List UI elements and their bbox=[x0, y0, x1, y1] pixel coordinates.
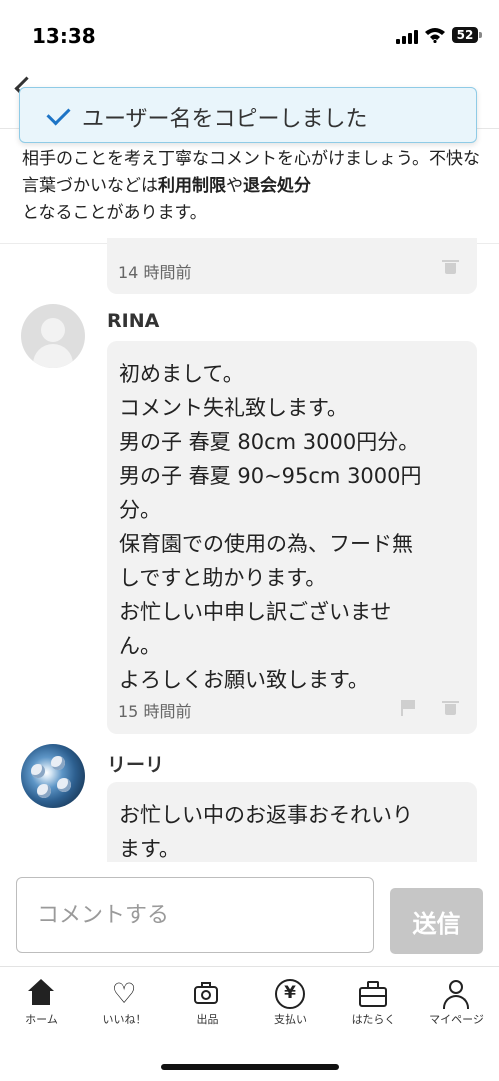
home-icon bbox=[26, 979, 56, 1009]
copy-toast: ユーザー名をコピーしました bbox=[19, 87, 477, 143]
tab-label: ホーム bbox=[25, 1013, 58, 1026]
comment-username[interactable]: RINA bbox=[107, 310, 159, 332]
avatar[interactable] bbox=[21, 744, 85, 808]
comment-time: 15 時間前 bbox=[118, 702, 192, 721]
send-button[interactable]: 送信 bbox=[390, 888, 483, 954]
notice-bold-usage-limit: 利用制限 bbox=[158, 176, 226, 196]
avatar[interactable] bbox=[21, 304, 85, 368]
comment-bubble: 14 時間前 bbox=[107, 238, 477, 294]
tab-mypage[interactable]: マイページ bbox=[415, 967, 498, 1037]
status-time: 13:38 bbox=[32, 24, 96, 48]
comment-line: 男の子 春夏 80cm 3000円分。 bbox=[119, 430, 420, 454]
home-indicator bbox=[161, 1064, 339, 1070]
tab-sell[interactable]: 出品 bbox=[166, 967, 249, 1037]
tab-label: 出品 bbox=[196, 1013, 219, 1026]
tab-label: いいね！ bbox=[102, 1013, 147, 1026]
trash-icon[interactable] bbox=[442, 701, 459, 715]
comment-time: 14 時間前 bbox=[118, 263, 192, 282]
heart-icon: ♡ bbox=[111, 977, 137, 1010]
tab-label: はたらく bbox=[351, 1013, 396, 1026]
signal-icon bbox=[396, 30, 418, 44]
wifi-icon bbox=[425, 28, 445, 43]
toast-message: ユーザー名をコピーしました bbox=[82, 107, 368, 132]
camera-icon bbox=[192, 979, 222, 1009]
tab-payment[interactable]: ¥ 支払い bbox=[249, 967, 332, 1037]
comment-line: ます。 bbox=[119, 837, 180, 861]
tab-label: 支払い bbox=[274, 1013, 307, 1026]
comment-line: お忙しい中申し訳ございませ bbox=[119, 600, 392, 624]
comment-username[interactable]: リーリ bbox=[107, 750, 164, 777]
comment-line: 分。 bbox=[119, 498, 161, 522]
tab-likes[interactable]: ♡ いいね！ bbox=[83, 967, 166, 1037]
tab-work[interactable]: はたらく bbox=[332, 967, 415, 1037]
check-icon bbox=[46, 101, 71, 126]
notice-text-3: となることがあります。 bbox=[22, 203, 207, 223]
status-bar: 13:38 52 bbox=[0, 0, 499, 72]
comment-line: コメント失礼致します。 bbox=[119, 396, 348, 420]
comment-input[interactable] bbox=[16, 877, 374, 953]
trash-icon[interactable] bbox=[442, 260, 459, 274]
battery-icon: 52 bbox=[452, 27, 482, 43]
comment-line: お忙しい中のお返事おそれいり bbox=[119, 803, 413, 827]
comment-bubble: 初めまして。 コメント失礼致します。 男の子 春夏 80cm 3000円分。 男… bbox=[107, 341, 477, 734]
comment-line: 男の子 春夏 90~95cm 3000円 bbox=[119, 464, 422, 488]
comment-line: しですと助かります。 bbox=[119, 566, 327, 590]
person-icon bbox=[441, 979, 471, 1009]
comment-line: 初めまして。 bbox=[119, 362, 244, 386]
yen-icon: ¥ bbox=[275, 979, 305, 1009]
comment-composer: 送信 bbox=[0, 862, 499, 966]
comment-line: 保育園での使用の為、フード無 bbox=[119, 532, 413, 556]
report-flag-icon[interactable] bbox=[401, 700, 415, 716]
comment-text: 初めまして。 コメント失礼致します。 男の子 春夏 80cm 3000円分。 男… bbox=[119, 357, 469, 697]
notice-text-2: や bbox=[226, 176, 243, 196]
comment-line: よろしくお願い致します。 bbox=[119, 668, 369, 692]
notice-bold-withdrawal: 退会処分 bbox=[243, 176, 311, 196]
comment-text: お忙しい中のお返事おそれいり ます。 bbox=[119, 798, 469, 866]
tab-home[interactable]: ホーム bbox=[0, 967, 83, 1037]
briefcase-icon bbox=[358, 979, 388, 1009]
comment-guideline-notice: 相手のことを考え丁寧なコメントを心がけましょう。不快な言葉づかいなどは利用制限や… bbox=[22, 146, 482, 227]
comment-line: ん。 bbox=[119, 634, 161, 658]
tab-label: マイページ bbox=[429, 1013, 484, 1026]
